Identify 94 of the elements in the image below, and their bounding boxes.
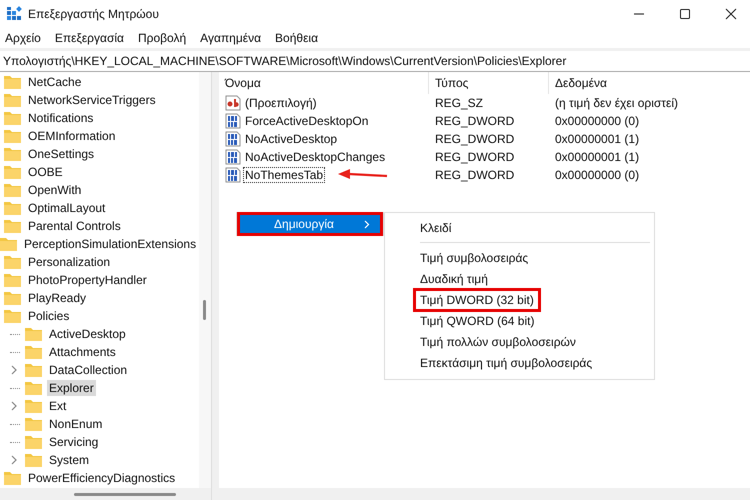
menu-item[interactable]: Τιμή DWORD (32 bit)	[413, 288, 541, 312]
annotation-arrow	[337, 169, 390, 181]
folder-icon	[4, 219, 21, 233]
menu-item[interactable]: Αρχείο	[5, 31, 41, 45]
tree-item[interactable]: Parental Controls	[26, 218, 123, 234]
table-cell-text: REG_DWORD	[434, 114, 516, 128]
folder-icon	[25, 345, 42, 359]
folder-icon	[25, 327, 42, 341]
table-cell-text: 0x00000000 (0)	[554, 168, 640, 182]
tree-item[interactable]: Notifications	[26, 110, 96, 126]
folder-icon	[4, 147, 21, 161]
folder-icon	[25, 453, 42, 467]
menu-item[interactable]: Επεξεργασία	[54, 31, 124, 45]
chevron-icon[interactable]	[10, 401, 18, 411]
tree-item[interactable]: PerceptionSimulationExtensions	[22, 236, 197, 252]
tree-item[interactable]: Attachments	[47, 344, 118, 360]
menu-item[interactable]: Προβολή	[138, 31, 186, 45]
maximize-icon[interactable]	[679, 8, 691, 20]
chevron-icon	[364, 220, 370, 228]
table-cell-text: (η τιμή δεν έχει οριστεί)	[554, 96, 680, 110]
menu-item[interactable]: Αγαπημένα	[200, 31, 262, 45]
menu-item[interactable]: Βοήθεια	[275, 31, 318, 45]
menu-item[interactable]: Κλειδί	[413, 216, 458, 240]
tree-item[interactable]: DataCollection	[47, 362, 130, 378]
folder-icon	[4, 471, 21, 485]
tree-item[interactable]: NetworkServiceTriggers	[26, 92, 158, 108]
menu-item[interactable]: Επεκτάσιμη τιμή συμβολοσειράς	[413, 350, 600, 374]
table-cell-text: 0x00000001 (1)	[554, 150, 640, 164]
tree-item[interactable]: System	[47, 452, 92, 468]
folder-icon	[4, 183, 21, 197]
registry-icon	[6, 6, 22, 22]
folder-icon	[4, 291, 21, 305]
folder-icon	[25, 381, 42, 395]
tree-item[interactable]: NonEnum	[47, 416, 104, 432]
column-header[interactable]: Τύπος	[429, 72, 549, 94]
folder-icon	[4, 273, 21, 287]
value-name[interactable]: ForceActiveDesktopOn	[243, 113, 370, 129]
menu-item[interactable]: Τιμή συμβολοσειράς	[413, 246, 536, 270]
binary-value-icon	[225, 149, 241, 165]
table-cell-text: REG_SZ	[434, 96, 484, 110]
folder-icon	[4, 255, 21, 269]
menu-item[interactable]: Τιμή πολλών συμβολοσειρών	[413, 330, 583, 354]
folder-icon	[25, 363, 42, 377]
chevron-icon[interactable]	[10, 365, 18, 375]
tree-item[interactable]: PowerEfficiencyDiagnostics	[26, 470, 178, 486]
table-cell-text: 0x00000000 (0)	[554, 114, 640, 128]
tree-item[interactable]: Explorer	[47, 380, 96, 396]
tree-item[interactable]: OEMInformation	[26, 128, 118, 144]
tree-item[interactable]: OneSettings	[26, 146, 96, 162]
folder-icon	[25, 399, 42, 413]
binary-value-icon	[225, 131, 241, 147]
column-header[interactable]: Όνομα	[219, 72, 429, 94]
value-name[interactable]: NoActiveDesktopChanges	[243, 149, 388, 165]
tree-item[interactable]: OptimalLayout	[26, 200, 108, 216]
binary-value-icon	[225, 167, 241, 183]
menu-item[interactable]: Δημιουργία	[240, 215, 380, 233]
table-cell-text: 0x00000001 (1)	[554, 132, 640, 146]
string-value-icon	[225, 95, 241, 111]
tree-item[interactable]: Ext	[47, 398, 68, 414]
folder-icon	[25, 435, 42, 449]
scrollbar-thumb[interactable]	[203, 300, 206, 320]
column-header[interactable]: Δεδομένα	[549, 72, 744, 94]
folder-icon	[4, 309, 21, 323]
tree-item[interactable]: PhotoPropertyHandler	[26, 272, 149, 288]
tree-item[interactable]: Personalization	[26, 254, 112, 270]
folder-icon	[4, 165, 21, 179]
value-name[interactable]: (Προεπιλογή)	[243, 95, 319, 111]
folder-icon	[4, 129, 21, 143]
tree-item[interactable]: PlayReady	[26, 290, 88, 306]
tree-item[interactable]: NetCache	[26, 74, 84, 90]
tree-item[interactable]: Servicing	[47, 434, 100, 450]
chevron-icon[interactable]	[10, 455, 18, 465]
folder-icon	[4, 201, 21, 215]
folder-icon	[4, 111, 21, 125]
address-bar[interactable]: Υπολογιστής\HKEY_LOCAL_MACHINE\SOFTWARE\Microsoft\Windows\CurrentVersion\Policies\Explorer	[0, 48, 750, 72]
value-name[interactable]: NoActiveDesktop	[243, 131, 340, 147]
value-name[interactable]: NoThemesTab	[243, 167, 326, 183]
close-icon[interactable]	[725, 8, 737, 20]
folder-icon	[0, 237, 17, 251]
folder-icon	[4, 75, 21, 89]
tree-item[interactable]: ActiveDesktop	[47, 326, 128, 342]
folder-icon	[25, 417, 42, 431]
tree-item[interactable]: OpenWith	[26, 182, 84, 198]
scrollbar-thumb[interactable]	[74, 493, 176, 496]
tree-item[interactable]: OOBE	[26, 164, 65, 180]
window-title: Επεξεργαστής Μητρώου	[28, 7, 159, 21]
table-cell-text: REG_DWORD	[434, 150, 516, 164]
table-cell-text: REG_DWORD	[434, 132, 516, 146]
tree-item[interactable]: Policies	[26, 308, 72, 324]
menu-item[interactable]: Δυαδική τιμή	[413, 266, 495, 290]
binary-value-icon	[225, 113, 241, 129]
table-cell-text: REG_DWORD	[434, 168, 516, 182]
folder-icon	[4, 93, 21, 107]
menu-item[interactable]: Τιμή QWORD (64 bit)	[413, 308, 542, 332]
